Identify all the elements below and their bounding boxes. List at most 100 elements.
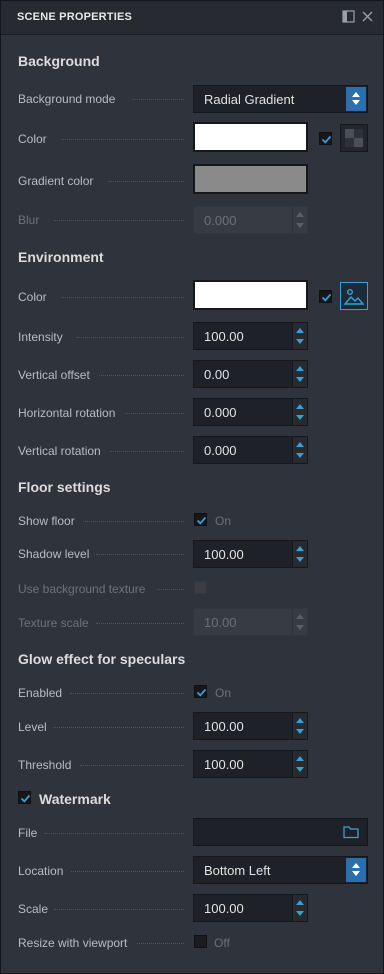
- environment-color-swatch[interactable]: [193, 280, 308, 310]
- leader-dots: [54, 220, 184, 221]
- watermark-file-input[interactable]: [193, 818, 368, 846]
- texture-scale-value: 10.00: [204, 615, 237, 630]
- spinner-icon[interactable]: [292, 713, 307, 739]
- watermark-scale-label: Scale: [18, 902, 49, 916]
- environment-color-checkbox[interactable]: [319, 290, 332, 303]
- watermark-location-select[interactable]: Bottom Left: [193, 856, 368, 884]
- vertical-offset-input[interactable]: 0.00: [193, 360, 308, 388]
- horizontal-rotation-value: 0.000: [204, 405, 237, 420]
- glow-enabled-label: Enabled: [18, 686, 63, 700]
- spinner-icon: [292, 609, 307, 635]
- leader-dots: [157, 589, 184, 590]
- leader-dots: [61, 297, 184, 298]
- background-color-checkbox[interactable]: [319, 132, 332, 145]
- leader-dots: [96, 623, 184, 624]
- blur-value: 0.000: [204, 213, 237, 228]
- leader-dots: [80, 765, 184, 766]
- resize-with-viewport-checkbox[interactable]: [194, 935, 207, 948]
- background-texture-button[interactable]: [340, 124, 368, 152]
- glow-enabled-state: On: [215, 686, 232, 700]
- intensity-value: 100.00: [204, 329, 244, 344]
- blur-label: Blur: [18, 213, 40, 227]
- vertical-rotation-input[interactable]: 0.000: [193, 436, 308, 464]
- spinner-icon[interactable]: [292, 541, 307, 567]
- watermark-file-label: File: [18, 826, 38, 840]
- leader-dots: [44, 833, 184, 834]
- glow-level-value: 100.00: [204, 719, 244, 734]
- spinner-icon[interactable]: [292, 751, 307, 777]
- dock-panel-icon[interactable]: [342, 10, 355, 23]
- spinner-icon[interactable]: [292, 361, 307, 387]
- watermark-checkbox[interactable]: [18, 791, 31, 804]
- background-mode-select[interactable]: Radial Gradient: [193, 85, 368, 113]
- texture-scale-label: Texture scale: [18, 616, 89, 630]
- glow-effect-heading: Glow effect for speculars: [18, 651, 186, 667]
- glow-threshold-label: Threshold: [18, 758, 72, 772]
- checkmark-icon: [196, 688, 207, 697]
- glow-enabled-checkbox[interactable]: [194, 685, 207, 698]
- watermark-heading: Watermark: [39, 791, 111, 807]
- environment-heading: Environment: [18, 249, 104, 265]
- shadow-level-label: Shadow level: [18, 547, 90, 561]
- watermark-location-value: Bottom Left: [204, 863, 271, 878]
- leader-dots: [61, 139, 184, 140]
- vertical-offset-value: 0.00: [204, 367, 230, 382]
- panel-titlebar: SCENE PROPERTIES: [1, 1, 383, 35]
- use-background-texture-label: Use background texture: [18, 582, 146, 596]
- checkmark-icon: [196, 516, 207, 525]
- background-color-label: Color: [18, 132, 47, 146]
- background-color-swatch[interactable]: [193, 122, 308, 152]
- shadow-level-input[interactable]: 100.00: [193, 540, 308, 568]
- leader-dots: [76, 337, 184, 338]
- leader-dots: [110, 451, 184, 452]
- show-floor-checkbox[interactable]: [194, 513, 207, 526]
- leader-dots: [99, 375, 184, 376]
- scene-properties-panel: SCENE PROPERTIES Background Background m…: [0, 0, 384, 974]
- environment-map-button[interactable]: [340, 282, 368, 310]
- spinner-icon[interactable]: [292, 437, 307, 463]
- watermark-scale-value: 100.00: [204, 901, 244, 916]
- background-mode-value: Radial Gradient: [204, 92, 295, 107]
- show-floor-label: Show floor: [18, 514, 75, 528]
- image-landscape-icon: [344, 289, 364, 305]
- texture-scale-input: 10.00: [193, 608, 308, 636]
- watermark-location-label: Location: [18, 864, 64, 878]
- blur-input: 0.000: [193, 206, 308, 234]
- horizontal-rotation-label: Horizontal rotation: [18, 406, 116, 420]
- use-background-texture-checkbox: [194, 581, 207, 594]
- close-icon[interactable]: [361, 10, 374, 23]
- show-floor-state: On: [215, 514, 232, 528]
- panel-title: SCENE PROPERTIES: [17, 11, 133, 23]
- checkerboard-icon: [345, 129, 363, 147]
- background-mode-label: Background mode: [18, 92, 116, 106]
- horizontal-rotation-input[interactable]: 0.000: [193, 398, 308, 426]
- checkmark-icon: [20, 794, 31, 803]
- resize-with-viewport-label: Resize with viewport: [18, 936, 128, 950]
- shadow-level-value: 100.00: [204, 547, 244, 562]
- glow-level-input[interactable]: 100.00: [193, 712, 308, 740]
- select-spinner-icon[interactable]: [346, 87, 366, 111]
- checkmark-icon: [321, 135, 332, 144]
- gradient-color-label: Gradient color: [18, 174, 94, 188]
- watermark-scale-input[interactable]: 100.00: [193, 894, 308, 922]
- spinner-icon[interactable]: [292, 895, 307, 921]
- resize-with-viewport-state: Off: [214, 936, 230, 950]
- spinner-icon[interactable]: [292, 323, 307, 349]
- leader-dots: [137, 943, 184, 944]
- select-spinner-icon[interactable]: [346, 858, 366, 882]
- folder-icon[interactable]: [343, 825, 359, 839]
- leader-dots: [125, 413, 184, 414]
- intensity-input[interactable]: 100.00: [193, 322, 308, 350]
- leader-dots: [132, 99, 184, 100]
- leader-dots: [108, 181, 184, 182]
- glow-threshold-input[interactable]: 100.00: [193, 750, 308, 778]
- spinner-icon: [292, 207, 307, 233]
- glow-threshold-value: 100.00: [204, 757, 244, 772]
- leader-dots: [96, 554, 184, 555]
- intensity-label: Intensity: [18, 330, 63, 344]
- background-heading: Background: [18, 53, 100, 69]
- spinner-icon[interactable]: [292, 399, 307, 425]
- gradient-color-swatch[interactable]: [193, 164, 308, 194]
- vertical-rotation-value: 0.000: [204, 443, 237, 458]
- leader-dots: [70, 693, 184, 694]
